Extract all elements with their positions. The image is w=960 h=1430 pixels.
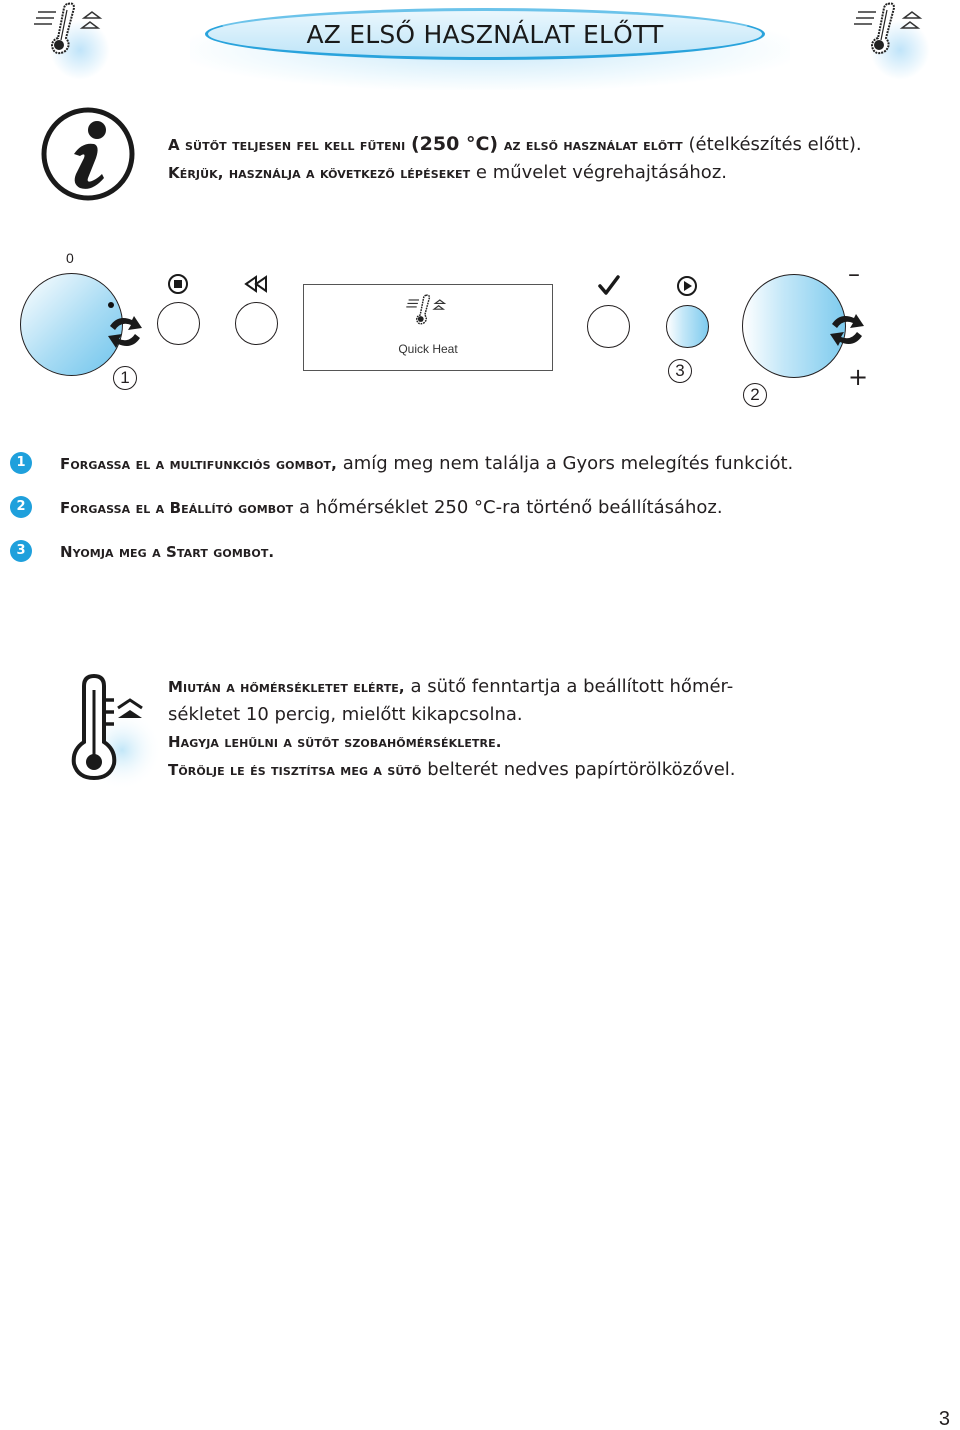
step-2-caps: Forgassa el a Beállító gombot	[60, 499, 294, 517]
intro-line1-caps2: az első használat előtt	[503, 136, 683, 154]
note-line4-caps: Törölje le és tisztítsa meg a sütő	[168, 761, 422, 779]
confirm-button[interactable]	[587, 305, 630, 348]
step-2: 2 Forgassa el a Beállító gombot a hőmérs…	[0, 494, 960, 522]
note-text: Miután a hőmérsékletet elérte, a sütő fe…	[168, 673, 828, 784]
intro-text: A sütőt teljesen fel kell fűteni (250 °C…	[168, 130, 948, 187]
step-3: 3 Nyomja meg a Start gombot.	[0, 538, 960, 566]
panel-display: Quick Heat	[303, 284, 553, 371]
step-number-badge: 2	[10, 496, 32, 518]
intro-line2-caps: Kérjük, használja a következő lépéseket	[168, 164, 471, 182]
knob-zero-label: 0	[66, 250, 74, 266]
rewind-icon	[244, 275, 267, 293]
note-line2-regular: sékletet 10 percig, mielőtt kikapcsolna.	[168, 704, 523, 725]
quick-heat-thermometer-icon	[850, 0, 940, 90]
page-number: 3	[938, 1408, 950, 1430]
note-line3-caps: Hagyja lehűlni a sütőt szobahőmérsékletr…	[168, 733, 502, 751]
stop-button[interactable]	[157, 302, 200, 345]
step-1-regular: amíg meg nem találja a Gyors melegítés f…	[342, 453, 794, 474]
play-icon	[677, 276, 697, 296]
display-text: Quick Heat	[398, 342, 458, 356]
note-line4-regular: belterét nedves papírtörölközővel.	[427, 759, 736, 780]
step-1-caps: Forgassa el a multifunkciós gombot,	[60, 455, 337, 473]
quick-heat-thermometer-icon	[406, 294, 447, 325]
note-line1-caps: Miután a hőmérsékletet elérte,	[168, 678, 405, 696]
rotate-arrows-icon	[108, 316, 142, 348]
intro-line1-regular: (ételkészítés előtt).	[688, 134, 862, 155]
info-icon	[40, 106, 136, 202]
step-1: 1 Forgassa el a multifunkciós gombot, am…	[0, 450, 960, 478]
step-number-badge: 3	[10, 540, 32, 562]
callout-2: 2	[743, 383, 767, 407]
intro-temperature: (250 °C)	[411, 133, 499, 155]
callout-1: 1	[113, 366, 137, 390]
page-title-banner: AZ ELSŐ HASZNÁLAT ELŐTT	[205, 8, 765, 60]
intro-line1-caps: A sütőt teljesen fel kell fűteni	[168, 136, 406, 154]
step-2-regular: a hőmérséklet 250 °C-ra történő beállítá…	[299, 497, 723, 518]
callout-3: 3	[668, 359, 692, 383]
note-line1-regular: a sütő fenntartja a beállított hőmér-	[410, 676, 734, 697]
intro-line2-regular: e művelet végrehajtásához.	[475, 162, 727, 183]
checkmark-icon	[598, 275, 620, 295]
rotate-arrows-icon	[830, 314, 864, 346]
thermometer-rising-icon	[62, 670, 162, 800]
back-button[interactable]	[235, 302, 278, 345]
page-title: AZ ELSŐ HASZNÁLAT ELŐTT	[306, 19, 664, 49]
knob-indicator-dot	[108, 302, 114, 308]
start-button[interactable]	[666, 305, 709, 348]
quick-heat-thermometer-icon	[30, 0, 120, 90]
stop-icon	[168, 274, 188, 294]
minus-label: –	[848, 260, 860, 288]
plus-label: +	[848, 363, 869, 391]
step-number-badge: 1	[10, 452, 32, 474]
step-3-caps: Nyomja meg a Start gombot.	[60, 543, 275, 561]
